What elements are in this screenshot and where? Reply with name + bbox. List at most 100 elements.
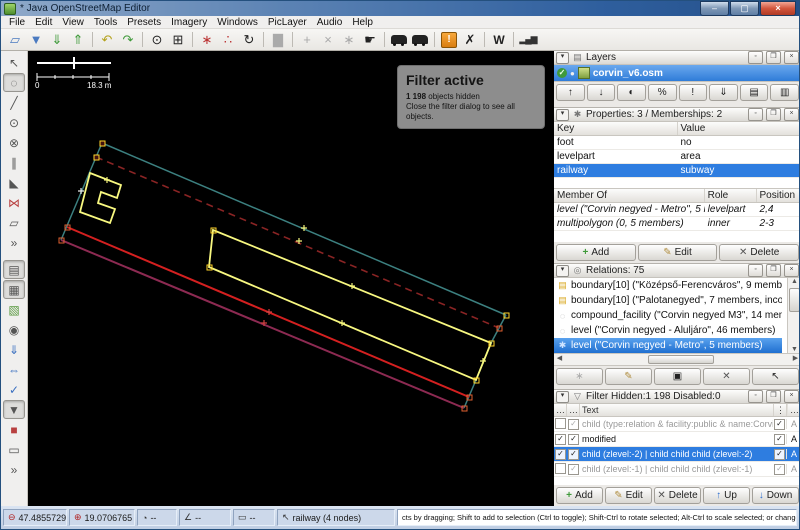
layer-row-corvin[interactable]: ✓ ● corvin_v6.osm <box>554 65 800 82</box>
filter-row[interactable]: child (type:relation & facility:public &… <box>554 417 800 432</box>
relation-item[interactable]: ◌ level ("Corvin negyed - Aluljáro", 46 … <box>554 323 782 338</box>
lasso-tool-button[interactable]: ◌ <box>3 73 25 92</box>
relation-item[interactable]: ◌ compound_facility ("Corvin negyed M3",… <box>554 308 782 323</box>
distance-cell[interactable]: ▭ -- <box>233 509 275 526</box>
layer-up-button[interactable]: ↑ <box>556 84 585 101</box>
layer-down-button[interactable]: ↓ <box>587 84 616 101</box>
menu-presets[interactable]: Presets <box>122 17 166 28</box>
delete-button[interactable]: ✗ <box>460 31 480 49</box>
angle-cell[interactable]: ∠ -- <box>179 509 231 526</box>
filter-edit-button[interactable]: ✎Edit <box>605 487 652 504</box>
property-add-button[interactable]: + Add <box>556 244 636 261</box>
relation-item[interactable]: ▤ boundary[10] ("Palotanegyed", 7 member… <box>554 293 782 308</box>
inverted-checkbox[interactable] <box>774 464 785 475</box>
layer-opacity-button[interactable]: ◐ <box>617 84 646 101</box>
select-tool-button[interactable]: ↖ <box>3 53 25 72</box>
new-picture-layer-button[interactable]: ▇ <box>268 31 288 49</box>
car-routing-button[interactable] <box>389 31 409 49</box>
inverted-checkbox[interactable] <box>774 449 785 460</box>
picture-move-button[interactable]: + <box>297 31 317 49</box>
latitude-cell[interactable]: ⊖ 47.4855729 <box>3 509 67 526</box>
undo-button[interactable]: ↶ <box>97 31 117 49</box>
filter-delete-button[interactable]: ✕Delete <box>654 487 701 504</box>
map-canvas[interactable]: 0 18.3 m Filter active 1 198 objects hid… <box>29 51 554 508</box>
zoom-to-selection-button[interactable]: ⊙ <box>147 31 167 49</box>
gps-toggle[interactable]: ◉ <box>3 320 25 339</box>
delete-tool-button[interactable]: ⊗ <box>3 133 25 152</box>
property-row[interactable]: levelpartarea <box>554 150 800 164</box>
relations-horizontal-scrollbar[interactable]: ◀▶ <box>554 354 800 366</box>
menu-audio[interactable]: Audio <box>312 17 348 28</box>
minimize-button[interactable]: – <box>700 1 729 16</box>
enable-checkbox[interactable] <box>555 449 566 460</box>
parallel-tool-button[interactable]: ∥ <box>3 153 25 172</box>
hide-checkbox[interactable] <box>568 434 579 445</box>
menu-windows[interactable]: Windows <box>212 17 263 28</box>
longitude-cell[interactable]: ⊕ 19.0706765 <box>69 509 135 526</box>
filter-collapse-button[interactable]: ▾ <box>556 391 569 403</box>
relation-edit-button[interactable]: ✎ <box>605 368 652 385</box>
layer-merge-button[interactable]: ⇓ <box>709 84 738 101</box>
filter-close-button[interactable]: × <box>784 390 799 403</box>
membership-row[interactable]: level ("Corvin negyed - Metro", 5 member… <box>554 203 800 217</box>
menu-help[interactable]: Help <box>347 17 378 28</box>
filter-sticky-button[interactable]: ◦ <box>748 390 763 403</box>
picture-transform-button[interactable]: × <box>318 31 338 49</box>
redo-button[interactable]: ↷ <box>118 31 138 49</box>
preferences-button[interactable]: ⊞ <box>168 31 188 49</box>
menu-file[interactable]: File <box>4 17 30 28</box>
menu-imagery[interactable]: Imagery <box>166 17 212 28</box>
hide-checkbox[interactable] <box>568 449 579 460</box>
validator-toggle[interactable]: ✓ <box>3 380 25 399</box>
inverted-checkbox[interactable] <box>774 434 785 445</box>
properties-dock-button[interactable]: ❒ <box>766 108 781 121</box>
relation-select-button[interactable]: ↖ <box>752 368 799 385</box>
inverted-checkbox[interactable] <box>774 419 785 430</box>
menu-tools[interactable]: Tools <box>89 17 122 28</box>
wiki-button[interactable]: W <box>489 31 509 49</box>
save-button[interactable]: ▼ <box>26 31 46 49</box>
layers-toggle[interactable]: ⇓ <box>3 340 25 359</box>
relation-new-button[interactable]: ∗ <box>556 368 603 385</box>
properties-close-button[interactable]: × <box>784 108 799 121</box>
layers-dock-button[interactable]: ❒ <box>766 51 781 64</box>
upload-button[interactable]: ⇑ <box>68 31 88 49</box>
selection-cell[interactable]: ↖ railway (4 nodes) <box>277 509 395 526</box>
autoscale-toggle[interactable]: ⇔ <box>3 360 25 379</box>
enable-checkbox[interactable] <box>555 434 566 445</box>
relations-dock-button[interactable]: ❒ <box>766 264 781 277</box>
menu-view[interactable]: View <box>57 17 89 28</box>
relation-item[interactable]: ▤ boundary[10] ("Középső-Ferencváros", 9… <box>554 278 782 293</box>
layer-visible-icon[interactable]: ● <box>570 69 575 78</box>
layer-duplicate-button[interactable]: ▤ <box>740 84 769 101</box>
filter-row[interactable]: child (zlevel:-1) | child child child (z… <box>554 462 800 477</box>
properties-collapse-button[interactable]: ▾ <box>556 109 569 121</box>
layers-sticky-button[interactable]: ◦ <box>748 51 763 64</box>
tags-panel-toggle[interactable]: ▤ <box>3 260 25 279</box>
properties-sticky-button[interactable]: ◦ <box>748 108 763 121</box>
enable-checkbox[interactable] <box>555 418 566 429</box>
angle-tool-button[interactable]: ◣ <box>3 173 25 192</box>
map-styles-toggle[interactable]: ▦ <box>3 280 25 299</box>
histogram-button[interactable]: ▂▄▆ <box>518 31 538 49</box>
extrude-tool-button[interactable]: ▱ <box>3 213 25 232</box>
filter-down-button[interactable]: ↓Down <box>752 487 799 504</box>
draw-tool-button[interactable]: ╱ <box>3 93 25 112</box>
close-button[interactable]: × <box>760 1 796 16</box>
layer-delete-button[interactable]: ▥ <box>770 84 799 101</box>
drag-hand-button[interactable]: ☛ <box>360 31 380 49</box>
maximize-button[interactable]: ▢ <box>730 1 759 16</box>
wand-button[interactable]: ∗ <box>197 31 217 49</box>
relation-duplicate-button[interactable]: ▣ <box>654 368 701 385</box>
property-row[interactable]: footno <box>554 136 800 150</box>
menu-piclayer[interactable]: PicLayer <box>263 17 312 28</box>
picture-rotate-button[interactable]: ∗ <box>339 31 359 49</box>
filter-dock-button[interactable]: ❒ <box>766 390 781 403</box>
property-row-selected[interactable]: railwaysubway <box>554 164 800 178</box>
filter-row-selected[interactable]: child (zlevel:-2) | child child child (z… <box>554 447 800 462</box>
hide-checkbox[interactable] <box>568 419 579 430</box>
layer-warning-button[interactable]: ! <box>679 84 708 101</box>
filter-up-button[interactable]: ↑Up <box>703 487 750 504</box>
zoom-tool-button[interactable]: ⊙ <box>3 113 25 132</box>
more-tools-button[interactable]: » <box>3 233 25 252</box>
